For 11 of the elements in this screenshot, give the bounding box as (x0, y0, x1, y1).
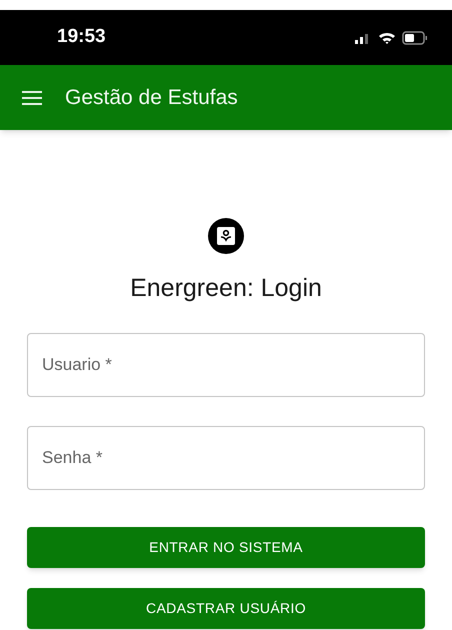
status-time: 19:53 (57, 25, 106, 50)
login-title: Energreen: Login (130, 273, 322, 304)
input-field[interactable]: Usuario * (27, 332, 425, 396)
input-field[interactable]: Senha * (27, 426, 425, 490)
action-button[interactable]: ENTRAR NO SISTEMA (27, 526, 425, 568)
menu-icon[interactable] (22, 90, 42, 106)
app-title: Gestão de Estufas (65, 84, 238, 111)
flower-badge-icon (208, 218, 244, 254)
action-button[interactable]: CADASTRAR USUÁRIO (27, 588, 425, 628)
battery-icon (402, 30, 428, 44)
wifi-icon (378, 30, 396, 44)
